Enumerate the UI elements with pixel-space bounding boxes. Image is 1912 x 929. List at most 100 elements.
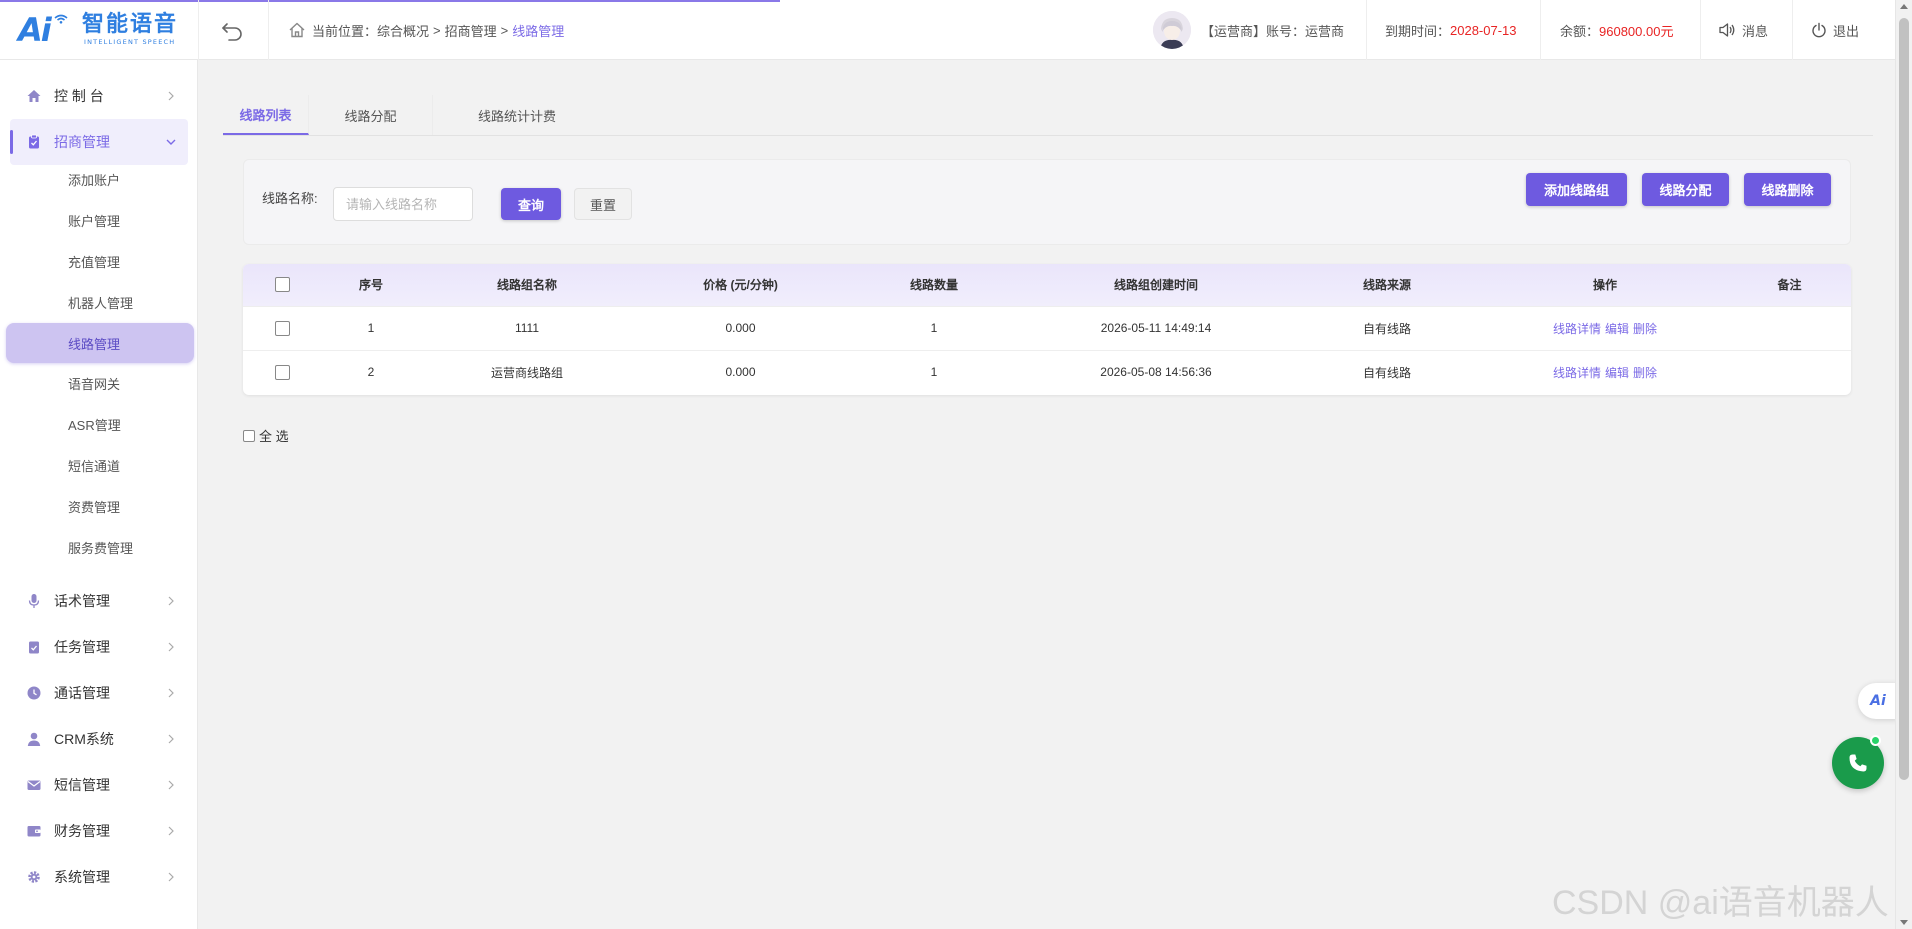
row-checkbox[interactable] <box>274 320 290 336</box>
sidebar-item-system[interactable]: 系统管理 <box>0 854 198 900</box>
chevron-right-icon <box>168 688 174 698</box>
reset-button[interactable]: 重置 <box>574 188 632 220</box>
sidebar-subitem-sms-channel[interactable]: 短信通道 <box>6 445 194 485</box>
user-info: 【运营商】账号：运营商 <box>1153 0 1344 60</box>
sidebar-subitem-account-manage[interactable]: 账户管理 <box>6 200 194 240</box>
sidebar-item-label: 财务管理 <box>54 823 110 839</box>
breadcrumb: 当前位置： 综合概况 > 招商管理 > 线路管理 <box>288 20 564 40</box>
tab-line-list[interactable]: 线路列表 <box>223 95 309 135</box>
breadcrumb-prefix: 当前位置： <box>312 23 378 39</box>
edit-link[interactable]: 编辑 <box>1605 322 1629 336</box>
loading-progress-bar <box>0 0 780 2</box>
user-role-account: 【运营商】账号：运营商 <box>1201 23 1345 39</box>
sidebar-subitem-tariff[interactable]: 资费管理 <box>6 486 194 526</box>
scroll-up-arrow-icon[interactable] <box>1900 4 1908 9</box>
header-divider <box>198 0 199 60</box>
add-line-group-button[interactable]: 添加线路组 <box>1526 173 1627 206</box>
online-status-dot <box>1870 735 1881 746</box>
cell-name: 1111 <box>514 321 540 335</box>
select-all-checkbox[interactable] <box>243 429 255 442</box>
sidebar-item-finance[interactable]: 财务管理 <box>0 808 198 854</box>
header-divider <box>1366 0 1367 60</box>
table-header-row: 序号 线路组名称 价格 (元/分钟) 线路数量 线路组创建时间 线路来源 操作 … <box>243 264 1851 306</box>
avatar[interactable] <box>1153 11 1191 49</box>
expire-value: 2028-07-13 <box>1450 22 1517 38</box>
page-scrollbar[interactable] <box>1895 0 1912 929</box>
home-icon <box>289 22 305 38</box>
cell-index: 1 <box>367 321 375 335</box>
header-select-all-cell <box>243 264 321 306</box>
header-checkbox[interactable] <box>274 277 290 293</box>
edit-link[interactable]: 编辑 <box>1605 366 1629 380</box>
sidebar-item-call[interactable]: 通话管理 <box>0 670 198 716</box>
line-detail-link[interactable]: 线路详情 <box>1553 322 1601 336</box>
sidebar-item-dashboard[interactable]: 控 制 台 <box>0 73 198 119</box>
sidebar-subitem-robot[interactable]: 机器人管理 <box>6 282 194 322</box>
delete-link[interactable]: 删除 <box>1633 322 1657 336</box>
main-content: 线路列表 线路分配 线路统计计费 线路名称: 查询 重置 添加线路组 线路分配 … <box>199 60 1895 929</box>
back-button[interactable] <box>220 18 246 42</box>
clock-icon <box>27 686 41 700</box>
logo-title: 智能语音 <box>82 12 179 37</box>
delete-link[interactable]: 删除 <box>1633 366 1657 380</box>
app-logo[interactable]: Ai 智能语音 INTELLIGENT SPEECH <box>18 12 190 48</box>
gear-icon <box>28 871 40 883</box>
sidebar-item-sms[interactable]: 短信管理 <box>0 762 198 808</box>
sidebar-item-label: 控 制 台 <box>54 88 104 104</box>
chevron-right-icon <box>168 826 174 836</box>
sidebar-item-script[interactable]: 话术管理 <box>0 578 198 624</box>
breadcrumb-separator: > <box>500 22 509 38</box>
sidebar-subitem-voice-gateway[interactable]: 语音网关 <box>6 363 194 403</box>
breadcrumb-item-overview[interactable]: 综合概况 <box>377 21 429 40</box>
row-checkbox[interactable] <box>274 364 290 380</box>
cell-index: 2 <box>367 365 375 380</box>
select-all-control[interactable]: 全 选 <box>243 426 289 445</box>
mail-icon <box>27 780 41 790</box>
user-icon <box>27 732 41 746</box>
line-delete-button[interactable]: 线路删除 <box>1744 173 1831 206</box>
cell-source: 自有线路 <box>1362 321 1411 336</box>
sidebar-subitem-asr[interactable]: ASR管理 <box>6 404 194 444</box>
breadcrumb-item-merchant[interactable]: 招商管理 <box>445 21 497 40</box>
sidebar-item-task[interactable]: 任务管理 <box>0 624 198 670</box>
cell-operations: 线路详情 编辑 删除 <box>1482 306 1728 350</box>
logo-ai-mark: Ai <box>18 11 52 49</box>
column-header-index: 序号 <box>358 278 383 293</box>
tab-line-assign[interactable]: 线路分配 <box>309 95 433 135</box>
select-all-label: 全 选 <box>259 429 289 444</box>
scrollbar-thumb[interactable] <box>1899 18 1909 780</box>
logo-signal-icon <box>54 14 68 24</box>
query-button[interactable]: 查询 <box>501 188 561 220</box>
chevron-right-icon <box>168 642 174 652</box>
cell-created: 2026-05-11 14:49:14 <box>1100 321 1212 335</box>
logout-button[interactable]: 退出 <box>1811 0 1859 60</box>
home-icon <box>27 90 41 102</box>
cell-operations: 线路详情 编辑 删除 <box>1482 350 1728 394</box>
tab-line-billing[interactable]: 线路统计计费 <box>433 95 601 135</box>
sidebar-subitem-line-manage[interactable]: 线路管理 <box>6 323 194 363</box>
sidebar-item-crm[interactable]: CRM系统 <box>0 716 198 762</box>
line-detail-link[interactable]: 线路详情 <box>1553 366 1601 380</box>
message-button[interactable]: 消息 <box>1718 0 1768 60</box>
microphone-icon <box>28 594 40 608</box>
header-divider <box>268 0 269 60</box>
expire-info: 到期时间： 2028-07-13 <box>1385 0 1517 60</box>
sidebar-item-label: 话术管理 <box>54 593 110 609</box>
line-name-search-input[interactable] <box>333 187 473 221</box>
line-assign-button[interactable]: 线路分配 <box>1642 173 1729 206</box>
ai-assistant-button[interactable]: Ai <box>1858 683 1898 719</box>
scroll-down-arrow-icon[interactable] <box>1900 920 1908 925</box>
header-divider <box>1792 0 1793 60</box>
column-header-operations: 操作 <box>1592 278 1617 293</box>
chevron-right-icon <box>168 734 174 744</box>
sidebar-subitem-service-fee[interactable]: 服务费管理 <box>6 527 194 567</box>
sidebar-subitem-recharge[interactable]: 充值管理 <box>6 241 194 281</box>
logo-subtitle: INTELLIGENT SPEECH <box>84 38 176 46</box>
active-indicator <box>10 130 13 154</box>
table-row: 2 运营商线路组 0.000 1 2026-05-08 14:56:36 自有线… <box>243 350 1851 394</box>
column-header-count: 线路数量 <box>909 278 958 293</box>
line-group-table: 序号 线路组名称 价格 (元/分钟) 线路数量 线路组创建时间 线路来源 操作 … <box>243 264 1851 395</box>
sidebar-subitem-add-account[interactable]: 添加账户 <box>6 159 194 199</box>
cell-price: 0.000 <box>725 365 756 380</box>
power-icon <box>1812 22 1826 38</box>
